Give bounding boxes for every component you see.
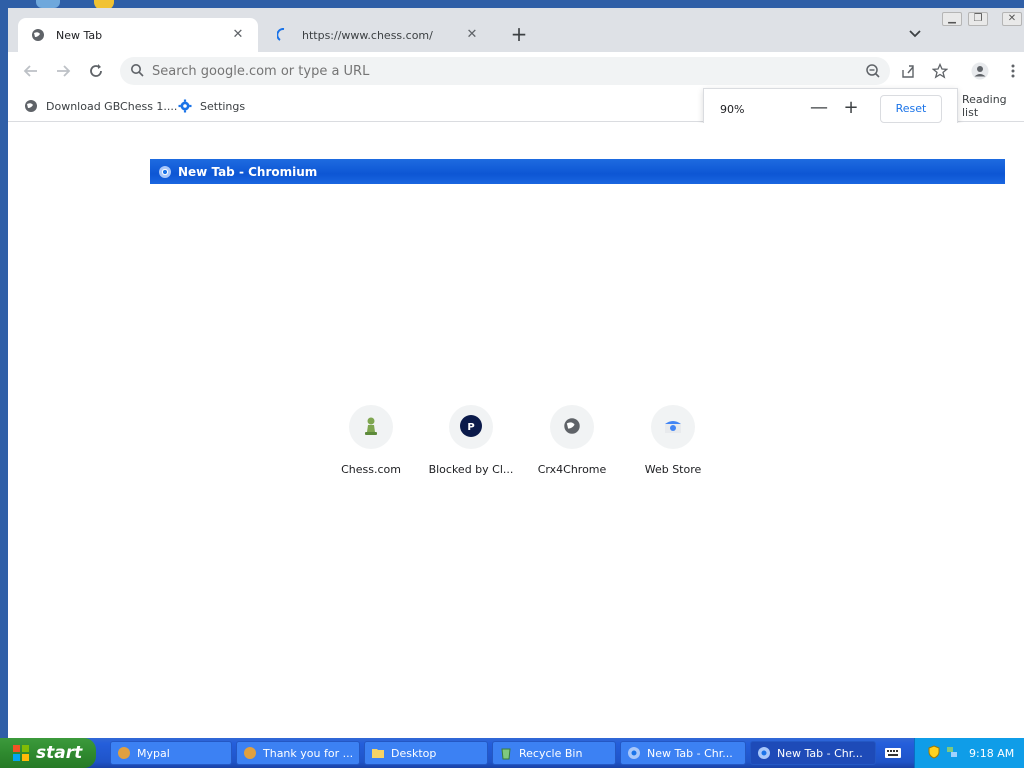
globe-icon [563, 417, 581, 438]
shortcut-label: Web Store [644, 463, 702, 476]
new-tab-plus-icon[interactable]: + [508, 24, 530, 46]
chromium-icon [627, 746, 641, 760]
tab-title: New Tab [56, 28, 103, 42]
forward-arrow-icon[interactable] [50, 58, 76, 84]
globe-icon [30, 27, 46, 43]
folder-icon [371, 746, 385, 760]
shortcut-web-store[interactable]: Web Store [623, 405, 723, 476]
profile-avatar-icon[interactable] [967, 58, 993, 84]
mypal-icon [243, 746, 257, 760]
tab-chess[interactable]: https://www.chess.com/ ✕ [264, 18, 492, 52]
task-mypal[interactable]: Mypal [110, 741, 232, 765]
chess-pawn-icon [362, 416, 380, 439]
task-desktop[interactable]: Desktop [364, 741, 488, 765]
bookmark-label: Settings [200, 99, 246, 113]
minimize-button[interactable]: ▁ [942, 12, 962, 26]
shortcut-label: Crx4Chrome [537, 463, 607, 476]
window-title: New Tab - Chromium [178, 164, 318, 179]
zoom-magnifier-icon[interactable] [862, 60, 884, 82]
loading-spinner-icon [276, 27, 292, 43]
restore-button[interactable]: ❐ [968, 12, 988, 26]
shortcut-chess-com[interactable]: Chess.com [321, 405, 421, 476]
omnibox[interactable] [120, 57, 890, 85]
task-thank-you[interactable]: Thank you for ... [236, 741, 360, 765]
task-new-tab-1[interactable]: New Tab - Chr... [620, 741, 746, 765]
network-icon[interactable] [945, 745, 959, 762]
close-icon[interactable]: ✕ [464, 27, 480, 43]
shortcut-label: Blocked by Cl... [428, 463, 514, 476]
toolbar [8, 52, 1024, 90]
new-tab-page: New Tab - Chromium Chess.com P Blocked b… [8, 123, 1024, 738]
window-title-bar: New Tab - Chromium [150, 159, 1005, 184]
chromium-icon [158, 165, 172, 179]
shortcut-crx4chrome[interactable]: Crx4Chrome [522, 405, 622, 476]
star-icon[interactable] [927, 58, 953, 84]
windows-flag-icon [12, 744, 30, 762]
recycle-bin-icon [499, 746, 513, 760]
bookmark-settings[interactable]: Settings [178, 96, 245, 116]
bookmark-download-gbchess[interactable]: Download GBChess 1.... [24, 96, 177, 116]
back-arrow-icon[interactable] [18, 58, 44, 84]
clock[interactable]: 9:18 AM [969, 747, 1014, 760]
share-icon[interactable] [895, 58, 921, 84]
task-recycle-bin[interactable]: Recycle Bin [492, 741, 616, 765]
gear-icon [178, 99, 192, 113]
svg-text:P: P [467, 422, 474, 433]
mypal-icon [117, 746, 131, 760]
keyboard-icon[interactable] [884, 745, 902, 761]
tab-strip: New Tab ✕ https://www.chess.com/ ✕ + ▁ ❐… [8, 8, 1024, 52]
search-icon [130, 63, 144, 80]
globe-icon [24, 99, 38, 113]
task-new-tab-2[interactable]: New Tab - Chr... [750, 741, 876, 765]
zoom-out-button[interactable]: — [806, 96, 832, 122]
zoom-reset-button[interactable]: Reset [880, 95, 942, 123]
reload-icon[interactable] [83, 58, 109, 84]
taskbar: start Mypal Thank you for ... Desktop Re… [0, 738, 1024, 768]
shortcut-blocked[interactable]: P Blocked by Cl... [421, 405, 521, 476]
start-label: start [36, 743, 83, 763]
tab-new-tab[interactable]: New Tab ✕ [18, 18, 258, 52]
reading-list-button[interactable]: Reading list [962, 93, 1024, 119]
start-button[interactable]: start [0, 738, 96, 768]
bookmark-label: Download GBChess 1.... [46, 99, 178, 113]
close-window-button[interactable]: ✕ [1002, 12, 1022, 26]
p-letter-icon: P [460, 414, 482, 440]
chevron-down-icon[interactable] [908, 26, 926, 44]
zoom-in-button[interactable]: + [838, 96, 864, 122]
zoom-level: 90% [720, 102, 745, 116]
tab-title: https://www.chess.com/ [302, 28, 433, 42]
chromium-icon [757, 746, 771, 760]
reading-list-label: Reading list [962, 93, 1007, 119]
system-tray: 9:18 AM [914, 738, 1024, 768]
desktop-icon-partial[interactable] [36, 0, 60, 8]
webstore-icon [664, 418, 682, 437]
shield-icon[interactable] [927, 744, 941, 762]
shortcut-label: Chess.com [341, 463, 401, 476]
menu-dots-icon[interactable] [1000, 58, 1024, 84]
address-input[interactable] [152, 63, 772, 79]
close-icon[interactable]: ✕ [230, 27, 246, 43]
browser-window: New Tab ✕ https://www.chess.com/ ✕ + ▁ ❐… [8, 8, 1024, 738]
